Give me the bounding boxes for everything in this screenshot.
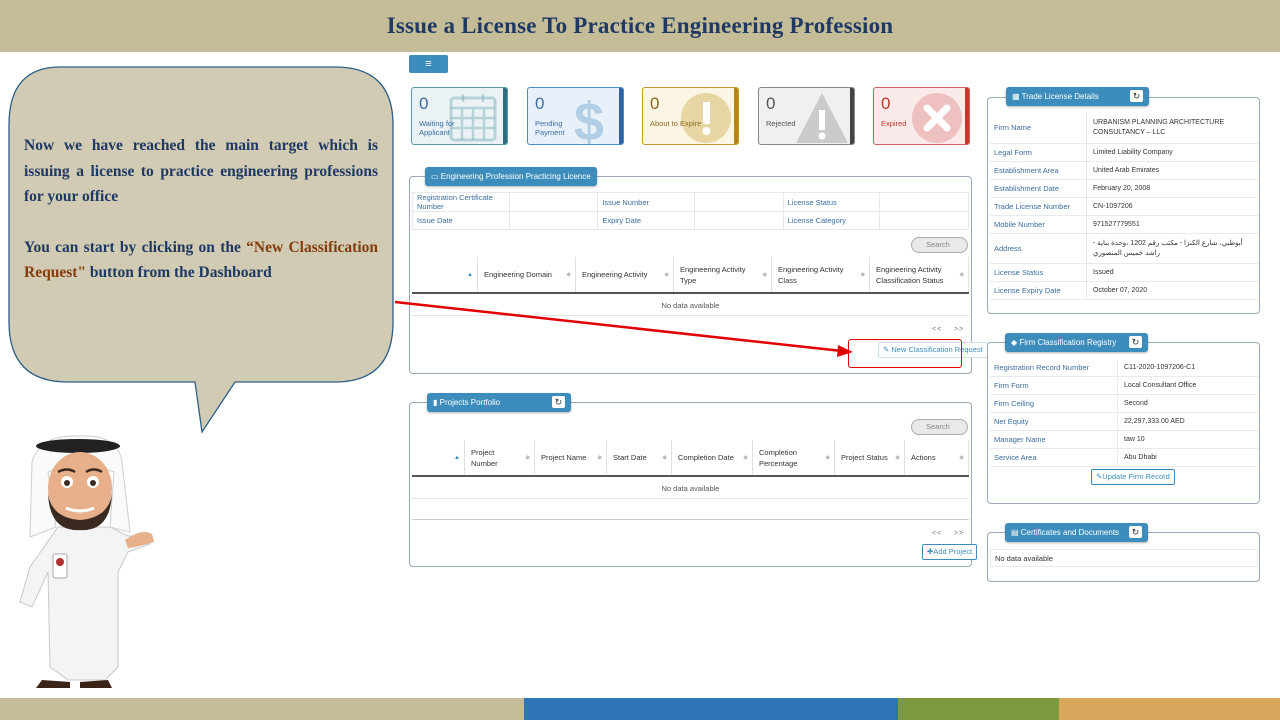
footer-bar <box>1059 698 1280 720</box>
footer-bar <box>0 698 524 720</box>
footer-bar <box>898 698 1059 720</box>
annotation-arrow <box>394 300 853 357</box>
footer-bar <box>524 698 898 720</box>
slide-footer <box>0 698 1280 720</box>
